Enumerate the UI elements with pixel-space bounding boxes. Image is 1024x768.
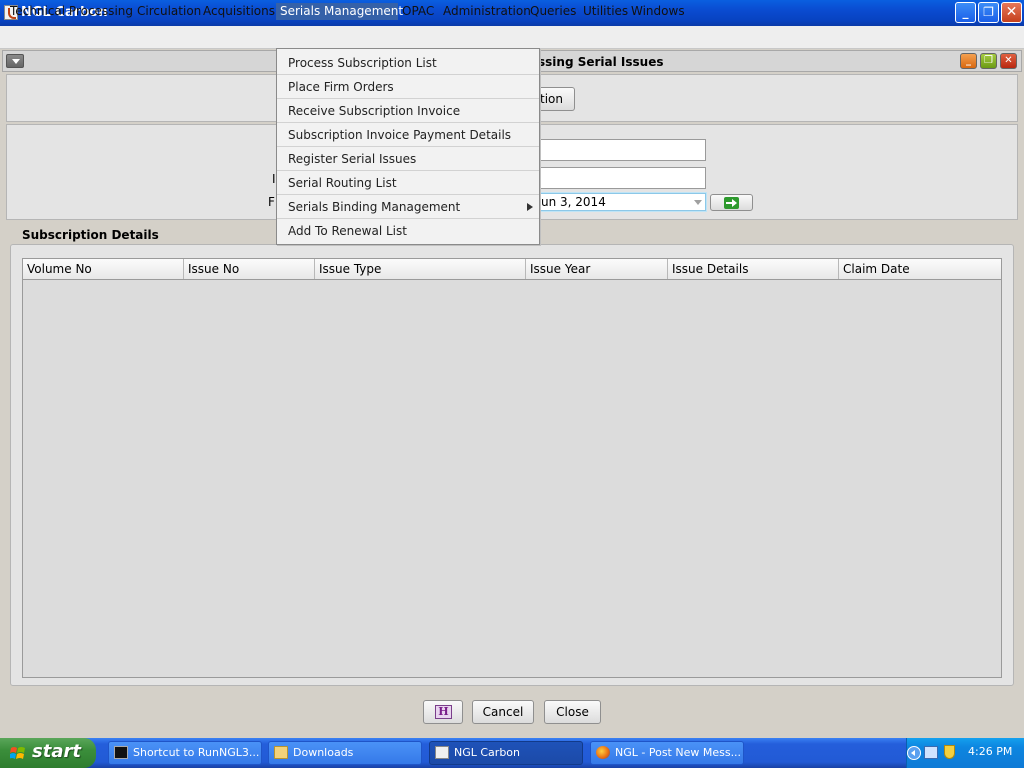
- field-label-partial: I: [272, 172, 276, 186]
- task-ngl-carbon[interactable]: NGL Carbon: [429, 741, 583, 765]
- menubar: [0, 26, 1024, 49]
- subscription-table[interactable]: [22, 258, 1002, 678]
- menu-item-receive-subscription-invoice[interactable]: Receive Subscription Invoice: [277, 99, 539, 123]
- from-date-label-partial: F: [268, 195, 275, 209]
- menu-item-register-serial-issues[interactable]: Register Serial Issues: [277, 147, 539, 171]
- help-icon: H: [435, 705, 452, 719]
- task-runngl-shortcut[interactable]: Shortcut to RunNGL3...: [108, 741, 262, 765]
- column-claim-date[interactable]: Claim Date: [839, 259, 1001, 279]
- menu-item-serials-binding-management[interactable]: Serials Binding Management: [277, 195, 539, 219]
- task-downloads[interactable]: Downloads: [268, 741, 422, 765]
- close-window-button[interactable]: ✕: [1001, 2, 1022, 23]
- close-button[interactable]: Close: [544, 700, 601, 724]
- java-icon: [435, 746, 449, 759]
- frame-minimize-button[interactable]: _: [960, 53, 977, 69]
- security-shield-icon[interactable]: [944, 745, 955, 759]
- menu-item-process-subscription-list[interactable]: Process Subscription List: [277, 51, 539, 75]
- task-label: NGL Carbon: [454, 746, 521, 759]
- taskbar-clock[interactable]: 4:26 PM: [968, 745, 1012, 758]
- frame-title: ssing Serial Issues: [538, 55, 664, 69]
- serials-management-menu: Process Subscription List Place Firm Ord…: [276, 48, 540, 245]
- cmd-icon: [114, 746, 128, 759]
- menu-queries[interactable]: Queries: [526, 3, 580, 20]
- search-field-1[interactable]: [538, 139, 706, 161]
- submenu-arrow-icon: [527, 203, 533, 211]
- search-field-2[interactable]: [538, 167, 706, 189]
- menu-item-serial-routing-list[interactable]: Serial Routing List: [277, 171, 539, 195]
- network-icon[interactable]: [924, 746, 938, 759]
- menu-acquisitions[interactable]: Acquisitions: [199, 3, 279, 20]
- menu-item-add-to-renewal-list[interactable]: Add To Renewal List: [277, 219, 539, 243]
- windows-logo-icon: [10, 747, 25, 759]
- column-issue-no[interactable]: Issue No: [184, 259, 315, 279]
- menu-circulation[interactable]: Circulation: [133, 3, 205, 20]
- column-volume-no[interactable]: Volume No: [23, 259, 184, 279]
- cancel-button[interactable]: Cancel: [472, 700, 534, 724]
- go-button[interactable]: [710, 194, 753, 211]
- menu-administration[interactable]: Administration: [439, 3, 535, 20]
- task-ngl-post-message[interactable]: NGL - Post New Mess...: [590, 741, 744, 765]
- table-header: Volume No Issue No Issue Type Issue Year…: [23, 259, 1001, 280]
- menu-technical-processing[interactable]: Technical Processing: [6, 3, 137, 20]
- menu-windows[interactable]: Windows: [627, 3, 689, 20]
- column-issue-year[interactable]: Issue Year: [526, 259, 668, 279]
- subscription-details-heading: Subscription Details: [22, 228, 159, 242]
- menu-utilities[interactable]: Utilities: [579, 3, 632, 20]
- folder-icon: [274, 746, 288, 759]
- frame-maximize-button[interactable]: ❐: [980, 53, 997, 69]
- restore-button[interactable]: ❐: [978, 2, 999, 23]
- column-issue-type[interactable]: Issue Type: [315, 259, 526, 279]
- chevron-down-icon[interactable]: [694, 200, 702, 205]
- arrow-right-icon: [724, 197, 739, 209]
- menu-opac[interactable]: OPAC: [398, 3, 438, 20]
- menu-item-subscription-invoice-payment-details[interactable]: Subscription Invoice Payment Details: [277, 123, 539, 147]
- menu-serials-management[interactable]: Serials Management: [276, 3, 403, 20]
- from-date-value: un 3, 2014: [541, 195, 606, 209]
- column-issue-details[interactable]: Issue Details: [668, 259, 839, 279]
- from-date-field[interactable]: un 3, 2014: [536, 193, 706, 211]
- firefox-icon: [596, 746, 610, 759]
- minimize-button[interactable]: _: [955, 2, 976, 23]
- menu-item-label: Serials Binding Management: [288, 200, 461, 214]
- help-button[interactable]: H: [423, 700, 463, 724]
- start-label: start: [32, 741, 81, 762]
- task-label: NGL - Post New Mess...: [615, 746, 742, 759]
- task-label: Shortcut to RunNGL3...: [133, 746, 260, 759]
- frame-close-button[interactable]: ✕: [1000, 53, 1017, 69]
- frame-system-menu-button[interactable]: [6, 54, 24, 68]
- menu-item-place-firm-orders[interactable]: Place Firm Orders: [277, 75, 539, 99]
- tray-expand-icon[interactable]: [907, 746, 921, 760]
- task-label: Downloads: [293, 746, 354, 759]
